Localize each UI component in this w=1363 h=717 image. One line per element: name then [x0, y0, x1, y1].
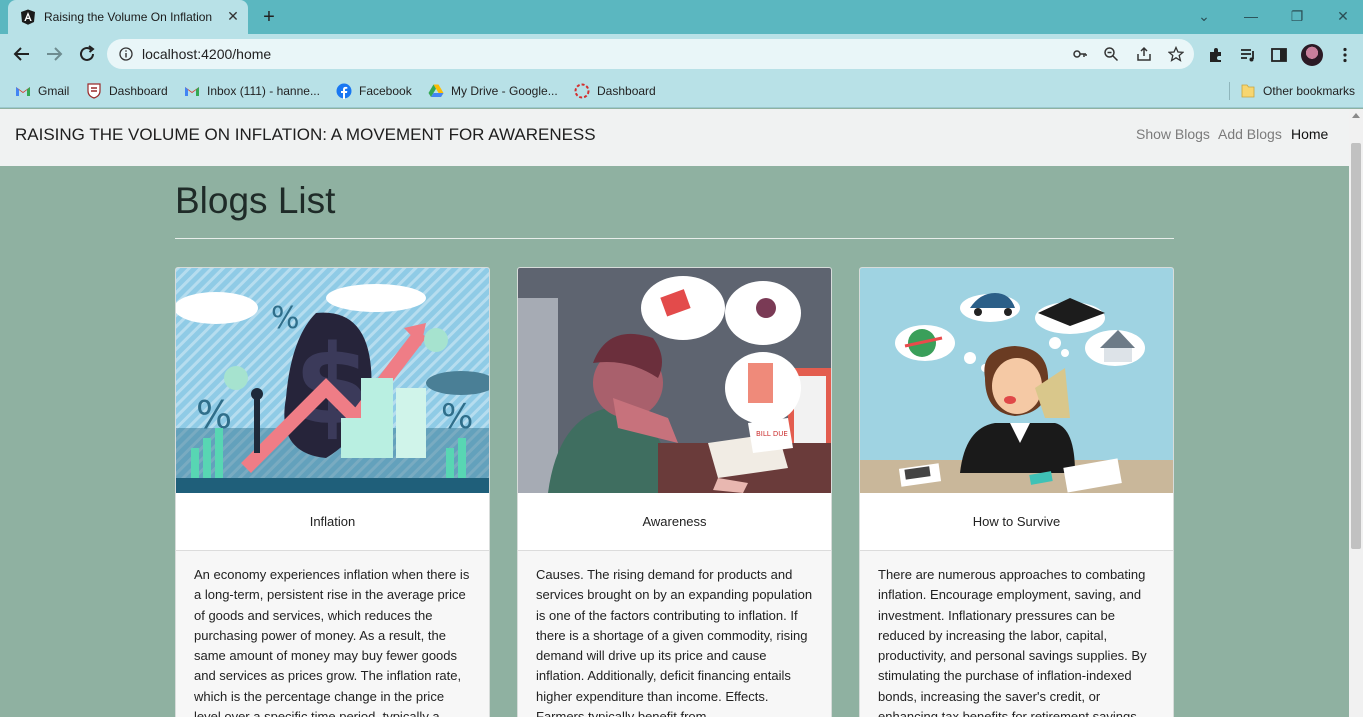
card-body: Causes. The rising demand for products a… — [518, 551, 831, 717]
dashed-circle-icon — [574, 83, 590, 99]
side-panel-icon[interactable] — [1270, 46, 1288, 64]
svg-text:%: % — [271, 301, 300, 336]
minimize-icon[interactable]: — — [1237, 6, 1265, 26]
zoom-icon[interactable] — [1103, 46, 1119, 62]
bookmark-label: Inbox (111) - hanne... — [207, 84, 320, 98]
page-scrollbar[interactable] — [1349, 109, 1363, 717]
stressed-person-illustration: BILL DUE — [518, 268, 831, 493]
card-body: There are numerous approaches to combati… — [860, 551, 1173, 717]
app-navbar: RAISING THE VOLUME ON INFLATION: A MOVEM… — [0, 109, 1349, 166]
blog-card-how-to-survive[interactable]: How to Survive There are numerous approa… — [859, 267, 1174, 717]
extensions-puzzle-icon[interactable] — [1207, 46, 1225, 64]
scroll-up-arrow-icon[interactable] — [1352, 113, 1360, 118]
facebook-icon — [336, 83, 352, 99]
site-info-icon[interactable] — [119, 47, 133, 61]
media-playlist-icon[interactable] — [1239, 46, 1257, 64]
angular-icon — [21, 9, 35, 25]
key-icon[interactable] — [1072, 46, 1088, 62]
gmail-icon — [185, 87, 199, 96]
share-icon[interactable] — [1136, 46, 1152, 62]
forward-arrow-icon[interactable] — [43, 43, 65, 65]
reload-icon[interactable] — [76, 43, 98, 65]
bookmark-label: My Drive - Google... — [451, 84, 558, 98]
tab-title: Raising the Volume On Inflation — [44, 10, 213, 24]
title-divider — [175, 238, 1174, 239]
new-tab-icon[interactable]: + — [258, 6, 280, 28]
bookmark-facebook[interactable]: Facebook — [336, 82, 412, 100]
other-bookmarks[interactable]: Other bookmarks — [1240, 82, 1355, 100]
bookmark-star-icon[interactable] — [1168, 46, 1184, 62]
browser-toolbar: localhost:4200/home — [0, 34, 1363, 74]
address-bar[interactable]: localhost:4200/home — [107, 39, 1194, 69]
bookmark-label: Dashboard — [597, 84, 656, 98]
browser-tab[interactable]: Raising the Volume On Inflation ✕ — [8, 0, 248, 34]
bookmark-my-drive[interactable]: My Drive - Google... — [428, 82, 558, 100]
bookmark-dashboard[interactable]: Dashboard — [86, 82, 168, 100]
folder-icon — [1241, 84, 1255, 98]
profile-avatar[interactable] — [1301, 44, 1323, 66]
browser-tab-strip: Raising the Volume On Inflation ✕ + ⌄ — … — [0, 0, 1363, 34]
bookmark-inbox[interactable]: Inbox (111) - hanne... — [184, 82, 320, 100]
blog-card-inflation[interactable]: $ % % % Inflation An economy experiences… — [175, 267, 490, 717]
site-brand[interactable]: RAISING THE VOLUME ON INFLATION: A MOVEM… — [15, 125, 596, 145]
card-title: Awareness — [518, 493, 831, 551]
bookmarks-bar: Gmail Dashboard Inbox (111) - hanne... F… — [0, 74, 1363, 108]
gmail-icon — [16, 87, 30, 96]
crest-icon — [87, 83, 101, 99]
tab-search-chevron-icon[interactable]: ⌄ — [1190, 6, 1218, 26]
back-arrow-icon[interactable] — [11, 43, 33, 65]
other-bookmarks-label: Other bookmarks — [1263, 84, 1356, 98]
svg-text:%: % — [196, 393, 232, 437]
nav-show-blogs[interactable]: Show Blogs — [1136, 126, 1210, 142]
tab-close-icon[interactable]: ✕ — [224, 7, 242, 25]
google-drive-icon — [428, 84, 444, 97]
svg-text:%: % — [441, 397, 473, 437]
restore-icon[interactable]: ❐ — [1283, 6, 1311, 26]
blog-card-awareness[interactable]: BILL DUE Awareness Causes. The rising de… — [517, 267, 832, 717]
bookmark-label: Gmail — [38, 84, 70, 98]
svg-text:BILL DUE: BILL DUE — [756, 430, 788, 438]
url-text: localhost:4200/home — [142, 46, 272, 62]
scroll-thumb[interactable] — [1351, 143, 1361, 549]
page-title: Blogs List — [175, 180, 336, 221]
thinking-woman-illustration — [860, 268, 1173, 493]
nav-home[interactable]: Home — [1291, 126, 1328, 142]
bookmark-label: Facebook — [359, 84, 412, 98]
bookmark-separator — [1229, 82, 1230, 100]
card-title: How to Survive — [860, 493, 1173, 551]
bookmark-gmail[interactable]: Gmail — [15, 82, 69, 100]
close-window-icon[interactable]: ✕ — [1329, 6, 1357, 26]
bookmark-label: Dashboard — [109, 84, 168, 98]
inflation-illustration: $ % % % — [176, 268, 489, 493]
card-body: An economy experiences inflation when th… — [176, 551, 489, 717]
card-title: Inflation — [176, 493, 489, 551]
nav-add-blogs[interactable]: Add Blogs — [1218, 126, 1282, 142]
bookmark-dashboard-2[interactable]: Dashboard — [574, 82, 656, 100]
kebab-menu-icon[interactable] — [1336, 46, 1354, 64]
